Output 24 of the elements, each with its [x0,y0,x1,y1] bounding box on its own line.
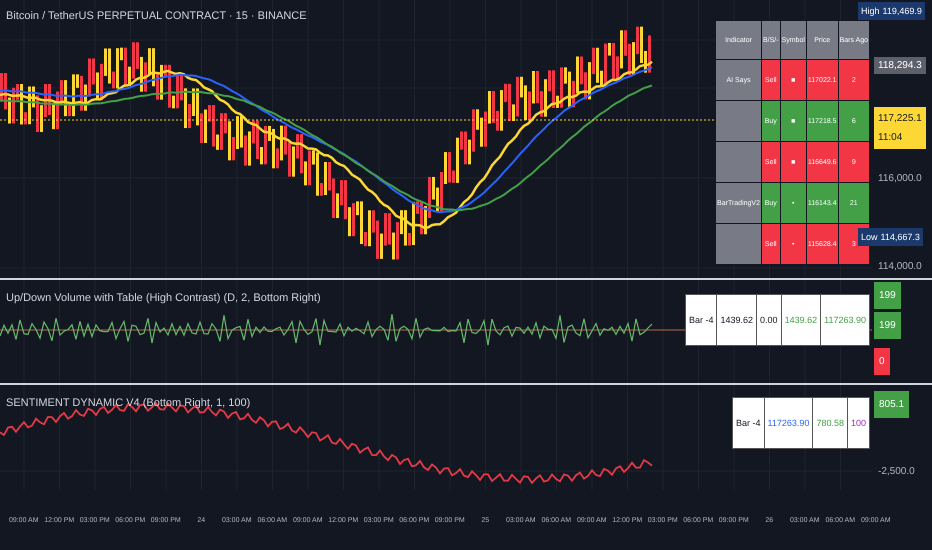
chart-legend: Bitcoin / TetherUS PERPETUAL CONTRACT · 15 · BINANCE [6,10,307,22]
price-badge: High 119,469.9 [858,2,925,20]
table-cell: 1439.62 [716,294,757,346]
axis-label: -2,500.0 [877,465,916,479]
table-cell: 780.58 [812,398,848,448]
price-badge: 118,294.3 [874,57,926,74]
pane-legend: SENTIMENT DYNAMIC V4 (Bottom Right, 1, 100) [6,397,250,409]
table-cell: 100 [847,398,870,448]
axis-label: 116,000.0 [877,172,923,186]
table-cell: 0.00 [756,294,782,346]
price-badge: 117,225.1 11:04 [874,107,926,149]
table-cell: 117263.90 [820,294,870,346]
value-badge: 0 [874,348,890,375]
value-badge: 805.1 [874,391,910,418]
price-badge: Low 114,667.3 [858,228,923,246]
pane-legend: Up/Down Volume with Table (High Contrast) (D, 2, Bottom Right) [6,292,321,304]
table-cell: 1439.62 [781,294,821,346]
value-badge: 199 [874,282,901,309]
table-cell: 117263.90 [764,398,813,448]
table-cell [716,100,762,142]
value-badge: 199 [874,312,901,339]
axis-label: 114,000.0 [877,260,923,274]
table-cell: Bar -4 [732,398,764,448]
table-cell: Bar -4 [685,294,717,346]
